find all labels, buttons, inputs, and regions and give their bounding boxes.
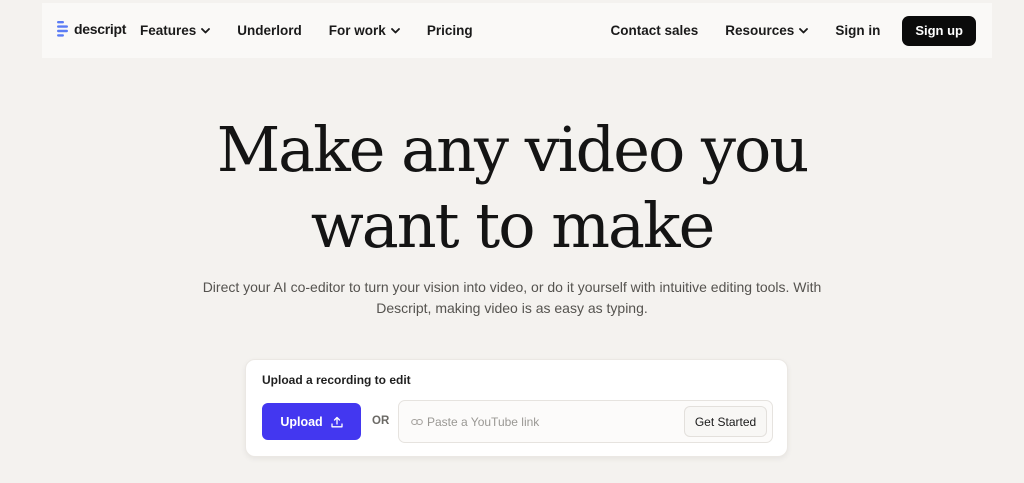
nav-item-label: For work <box>328 23 386 38</box>
nav-item-underlord[interactable]: Underlord <box>237 23 302 38</box>
hero-title-line-2: want to make <box>310 189 716 262</box>
nav-item-label: Resources <box>725 23 795 38</box>
nav-item-contact-sales[interactable]: Contact sales <box>610 23 698 38</box>
nav-item-label: Features <box>140 23 197 38</box>
or-separator: OR <box>372 415 390 427</box>
hero-title: Make any video you want to make <box>0 112 1024 264</box>
sign-up-button[interactable]: Sign up <box>902 15 976 46</box>
hero-subtitle-line-1: Direct your AI co-editor to turn your vi… <box>202 279 822 295</box>
nav-item-label: Pricing <box>426 23 473 38</box>
nav-item-label: Underlord <box>237 23 302 38</box>
secondary-nav: Contact sales Resources Sign in Sign up <box>583 3 976 58</box>
nav-item-label: Sign in <box>835 23 881 38</box>
upload-button-label: Upload <box>280 414 323 429</box>
upload-icon <box>331 416 343 427</box>
nav-item-features[interactable]: Features <box>140 23 211 38</box>
hero-subtitle: Direct your AI co-editor to turn your vi… <box>190 277 834 319</box>
descript-logo-icon <box>57 21 68 37</box>
hero-title-line-1: Make any video you <box>216 113 810 186</box>
youtube-link-box: Get Started <box>398 400 773 443</box>
top-navbar: descript Features Underlord For work Pri… <box>42 3 992 58</box>
chevron-down-icon <box>799 27 809 33</box>
nav-item-resources[interactable]: Resources <box>725 23 809 38</box>
get-started-button[interactable]: Get Started <box>684 406 767 437</box>
upload-card: Upload a recording to edit Upload OR Get… <box>245 359 788 457</box>
nav-item-sign-in[interactable]: Sign in <box>835 23 880 38</box>
upload-button[interactable]: Upload <box>262 403 361 440</box>
primary-nav: Features Underlord For work Pricing <box>140 3 500 58</box>
nav-item-pricing[interactable]: Pricing <box>427 23 473 38</box>
nav-item-for-work[interactable]: For work <box>329 23 400 38</box>
nav-item-label: Contact sales <box>610 23 699 38</box>
link-icon <box>411 418 423 426</box>
youtube-link-input[interactable] <box>427 409 677 434</box>
chevron-down-icon <box>201 27 211 33</box>
logo-text: descript <box>74 21 127 37</box>
descript-logo[interactable]: descript <box>57 21 126 37</box>
hero-subtitle-line-2: Descript, making video is as easy as typ… <box>376 300 648 316</box>
upload-card-label: Upload a recording to edit <box>262 373 411 387</box>
chevron-down-icon <box>390 27 400 33</box>
